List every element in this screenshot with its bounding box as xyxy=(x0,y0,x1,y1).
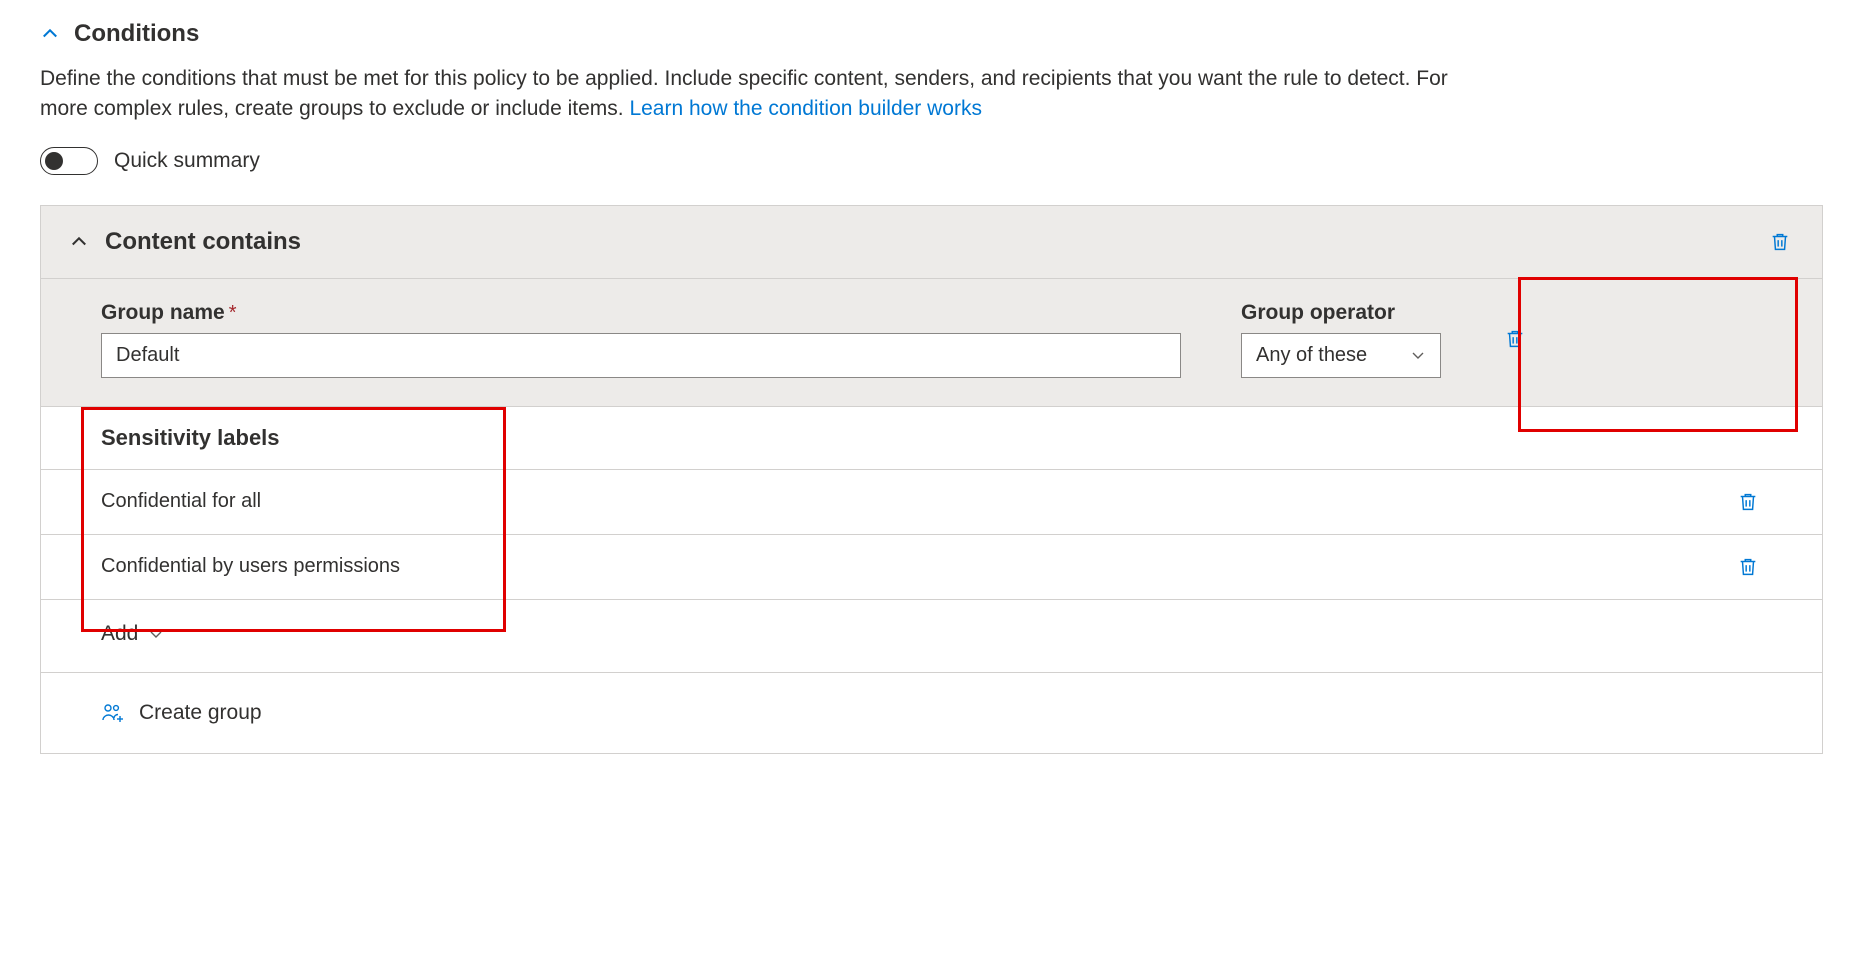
trash-icon xyxy=(1737,556,1759,578)
add-label-row: Add xyxy=(41,600,1822,673)
sensitivity-label-row: Confidential for all xyxy=(41,470,1822,535)
create-group-button[interactable]: Create group xyxy=(139,701,262,725)
delete-label-button[interactable] xyxy=(1734,553,1762,581)
sensitivity-labels-heading: Sensitivity labels xyxy=(101,425,280,451)
create-group-row: Create group xyxy=(41,673,1822,753)
trash-icon xyxy=(1737,491,1759,513)
group-operator-select[interactable]: Any of these xyxy=(1241,333,1441,378)
conditions-description: Define the conditions that must be met f… xyxy=(40,64,1500,125)
group-name-field: Group name* xyxy=(101,301,1181,378)
chevron-up-icon xyxy=(40,24,60,44)
trash-icon xyxy=(1504,328,1526,350)
add-button[interactable]: Add xyxy=(101,622,164,646)
delete-condition-button[interactable] xyxy=(1766,228,1794,256)
sensitivity-labels-heading-row: Sensitivity labels xyxy=(41,407,1822,470)
required-asterisk: * xyxy=(229,302,237,324)
sensitivity-label-text: Confidential by users permissions xyxy=(101,555,1714,578)
toggle-knob xyxy=(45,152,63,170)
group-operator-label: Group operator xyxy=(1241,301,1441,325)
add-button-label: Add xyxy=(101,622,138,646)
trash-icon xyxy=(1769,231,1791,253)
quick-summary-label: Quick summary xyxy=(114,149,260,173)
group-settings-row: Group name* Group operator Any of these xyxy=(41,279,1822,407)
group-name-input[interactable] xyxy=(101,333,1181,378)
sensitivity-label-row: Confidential by users permissions xyxy=(41,535,1822,600)
group-add-icon xyxy=(101,702,125,724)
condition-card: Content contains Group name* Group opera… xyxy=(40,205,1823,754)
conditions-title: Conditions xyxy=(74,20,199,48)
group-operator-field: Group operator Any of these xyxy=(1241,301,1441,378)
conditions-section-header[interactable]: Conditions xyxy=(40,20,1823,48)
content-contains-header[interactable]: Content contains xyxy=(41,206,1822,279)
delete-group-button[interactable] xyxy=(1501,325,1529,353)
delete-label-button[interactable] xyxy=(1734,488,1762,516)
sensitivity-labels-wrap: Sensitivity labels Confidential for all … xyxy=(41,407,1822,600)
chevron-down-icon xyxy=(148,626,164,642)
learn-more-link[interactable]: Learn how the condition builder works xyxy=(629,97,982,120)
quick-summary-toggle[interactable] xyxy=(40,147,98,175)
sensitivity-label-text: Confidential for all xyxy=(101,490,1714,513)
content-contains-title: Content contains xyxy=(105,228,301,256)
group-name-label: Group name xyxy=(101,301,225,324)
group-operator-value: Any of these xyxy=(1256,344,1367,367)
chevron-down-icon xyxy=(1410,347,1426,363)
chevron-up-icon xyxy=(69,232,89,252)
